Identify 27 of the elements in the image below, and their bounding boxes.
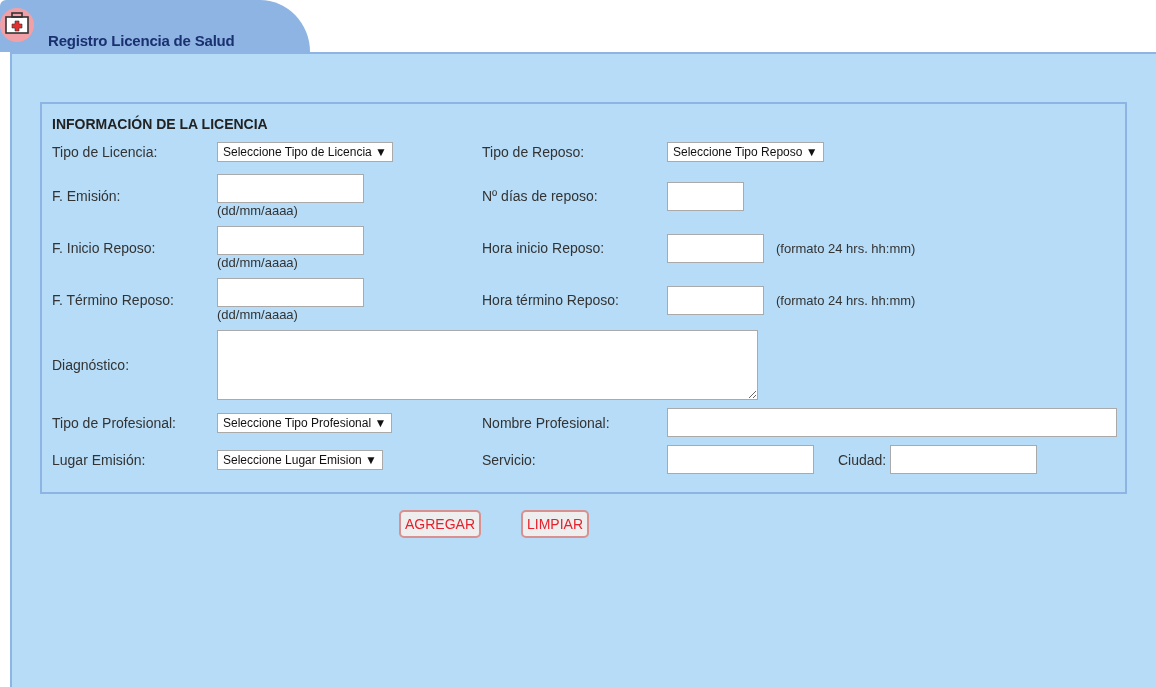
dropdown[interactable]: Seleccione Tipo de Licencia ▼	[217, 142, 393, 162]
time-format-hint: (formato 24 hrs. hh:mm)	[776, 292, 916, 308]
field-label: F. Término Reposo:	[52, 292, 175, 308]
field-label: Nº días de reposo:	[482, 188, 599, 204]
field-label: Tipo de Profesional:	[52, 414, 177, 431]
date-format-hint: (dd/mm/aaaa)	[217, 255, 298, 270]
date-format-hint: (dd/mm/aaaa)	[217, 307, 298, 322]
section-heading: INFORMACIÓN DE LA LICENCIA	[52, 116, 269, 132]
field-label: Nombre Profesional:	[482, 414, 611, 431]
field-label: F. Emisión:	[52, 188, 122, 204]
field-label: F. Inicio Reposo:	[52, 240, 157, 256]
field-label: Servicio:	[482, 451, 537, 468]
field-label: Hora término Reposo:	[482, 292, 620, 308]
dropdown[interactable]: Seleccione Tipo Profesional ▼	[217, 412, 393, 433]
field-label: Diagnóstico:	[52, 357, 131, 373]
dropdown[interactable]: Seleccione Tipo Reposo ▼	[667, 142, 824, 162]
field-label: Ciudad:	[838, 451, 887, 468]
field-label: Hora inicio Reposo:	[482, 240, 606, 256]
action-button[interactable]: LIMPIAR	[521, 510, 589, 538]
action-button[interactable]: AGREGAR	[399, 510, 481, 538]
field-label: Tipo de Reposo:	[482, 144, 586, 160]
dropdown[interactable]: Seleccione Lugar Emision ▼	[217, 449, 383, 470]
field-label: Lugar Emisión:	[52, 451, 147, 468]
field-label: Tipo de Licencia:	[52, 144, 159, 160]
date-format-hint: (dd/mm/aaaa)	[217, 203, 298, 218]
time-format-hint: (formato 24 hrs. hh:mm)	[776, 240, 916, 256]
tab[interactable]: Registro Licencia de Salud	[0, 0, 310, 52]
